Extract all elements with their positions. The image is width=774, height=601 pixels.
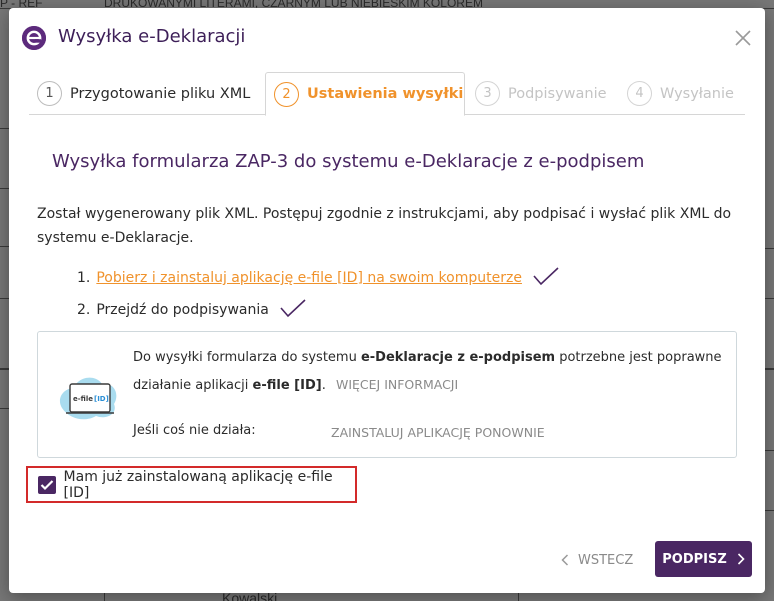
app-installed-checkbox-row[interactable]: Mam już zainstalowaną aplikację e-file [… <box>26 466 357 503</box>
app-installed-checkbox[interactable] <box>38 475 56 494</box>
step-number-badge: 2 <box>274 81 299 107</box>
efile-app-logo: e-file [ID] <box>56 368 120 424</box>
instruction-steps: 1. Pobierz i zainstaluj aplikację e-file… <box>77 262 560 326</box>
checkbox-label: Mam już zainstalowaną aplikację e-file [… <box>63 468 333 501</box>
list-item: 2. Przejdź do podpisywania <box>77 294 560 326</box>
back-label: WSTECZ <box>578 552 634 568</box>
tab-signing[interactable]: 3 Podpisywanie <box>467 72 617 115</box>
logo-text: e-file <box>73 395 93 403</box>
info-text-bold: e-file [ID] <box>252 378 322 393</box>
checkmark-icon <box>532 266 560 290</box>
tab-send-settings[interactable]: 2 Ustawienia wysyłki <box>265 72 465 116</box>
info-text-part: Do wysyłki formularza do systemu <box>133 350 361 365</box>
reinstall-app-link[interactable]: ZAINSTALUJ APLIKACJĘ PONOWNIE <box>331 425 545 440</box>
e-logo-icon <box>22 26 46 50</box>
trouble-label: Jeśli coś nie działa: <box>133 423 256 438</box>
chevron-right-icon <box>737 553 745 565</box>
step-number-badge: 1 <box>37 81 62 106</box>
tab-label: Wysyłanie <box>660 85 734 102</box>
section-title: Wysyłka formularza ZAP-3 do systemu e-De… <box>52 151 645 172</box>
chevron-left-icon <box>561 554 569 566</box>
tab-prepare-xml[interactable]: 1 Przygotowanie pliku XML <box>29 72 269 115</box>
sign-button[interactable]: PODPISZ <box>655 541 752 577</box>
app-info-box: e-file [ID] Do wysyłki formularza do sys… <box>37 331 737 458</box>
tab-label: Podpisywanie <box>508 85 607 102</box>
close-icon[interactable] <box>733 28 753 48</box>
send-declaration-dialog: Wysyłka e-Deklaracji 1 Przygotowanie pli… <box>9 8 765 593</box>
tab-label: Ustawienia wysyłki <box>307 86 464 102</box>
dialog-header: Wysyłka e-Deklaracji <box>9 8 765 70</box>
back-button[interactable]: WSTECZ <box>561 550 633 570</box>
sign-label: PODPISZ <box>662 551 727 567</box>
intro-text: Został wygenerowany plik XML. Postępuj z… <box>37 206 732 246</box>
dialog-title: Wysyłka e-Deklaracji <box>58 26 246 47</box>
info-text-bold: e-Deklaracje z e-podpisem <box>360 350 556 365</box>
step-index: 2. <box>77 302 91 318</box>
logo-id: [ID] <box>94 395 109 403</box>
go-to-signing-text: Przejdź do podpisywania <box>96 302 269 318</box>
checkmark-icon <box>279 298 307 322</box>
step-number-badge: 3 <box>475 81 500 106</box>
info-text-part: . <box>321 378 326 393</box>
tab-label: Przygotowanie pliku XML <box>70 85 251 102</box>
tab-sending[interactable]: 4 Wysyłanie <box>619 72 745 115</box>
download-app-link[interactable]: Pobierz i zainstaluj aplikację e-file [I… <box>96 270 522 286</box>
step-index: 1. <box>77 270 91 286</box>
info-message: Do wysyłki formularza do systemu e-Dekla… <box>133 344 723 399</box>
wizard-tabs: 1 Przygotowanie pliku XML 2 Ustawienia w… <box>29 72 745 116</box>
more-info-link[interactable]: WIĘCEJ INFORMACJI <box>336 377 458 392</box>
step-number-badge: 4 <box>627 81 652 106</box>
list-item: 1. Pobierz i zainstaluj aplikację e-file… <box>77 262 560 294</box>
